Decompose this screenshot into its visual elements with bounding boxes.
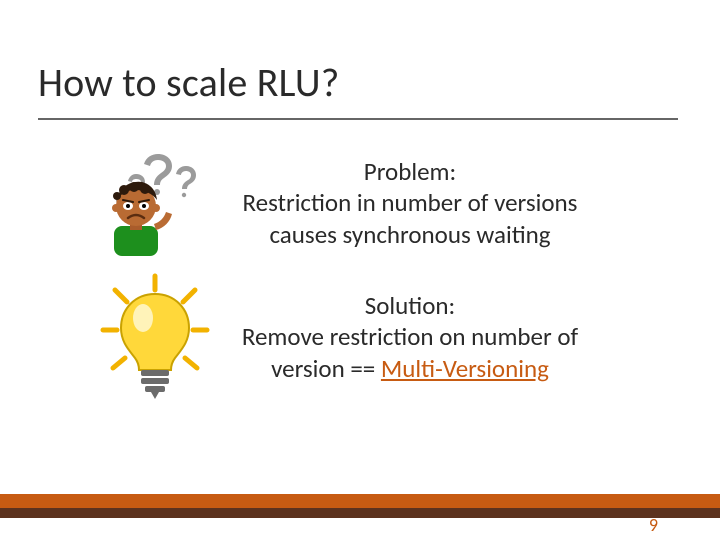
slide-title: How to scale RLU?: [38, 58, 339, 107]
solution-highlight: Multi-Versioning: [381, 353, 549, 384]
problem-row: Problem: Restriction in number of versio…: [90, 148, 600, 258]
solution-line2-prefix: version ==: [271, 353, 381, 384]
solution-line1: Remove restriction on number of: [220, 321, 600, 352]
page-number: 9: [649, 514, 658, 536]
confused-person-icon: [90, 148, 220, 258]
problem-text: Problem: Restriction in number of versio…: [220, 156, 600, 250]
footer-shadow-bar: [0, 508, 720, 518]
solution-line2: version == Multi-Versioning: [220, 353, 600, 384]
slide: How to scale RLU?: [0, 0, 720, 540]
problem-line1: Restriction in number of versions: [220, 187, 600, 218]
lightbulb-icon: [90, 282, 220, 392]
problem-heading: Problem:: [220, 156, 600, 187]
problem-line2: causes synchronous waiting: [220, 219, 600, 250]
solution-heading: Solution:: [220, 290, 600, 321]
footer-accent-bar: [0, 494, 720, 508]
solution-text: Solution: Remove restriction on number o…: [220, 290, 600, 384]
solution-row: Solution: Remove restriction on number o…: [90, 282, 600, 392]
title-divider: [38, 118, 678, 120]
